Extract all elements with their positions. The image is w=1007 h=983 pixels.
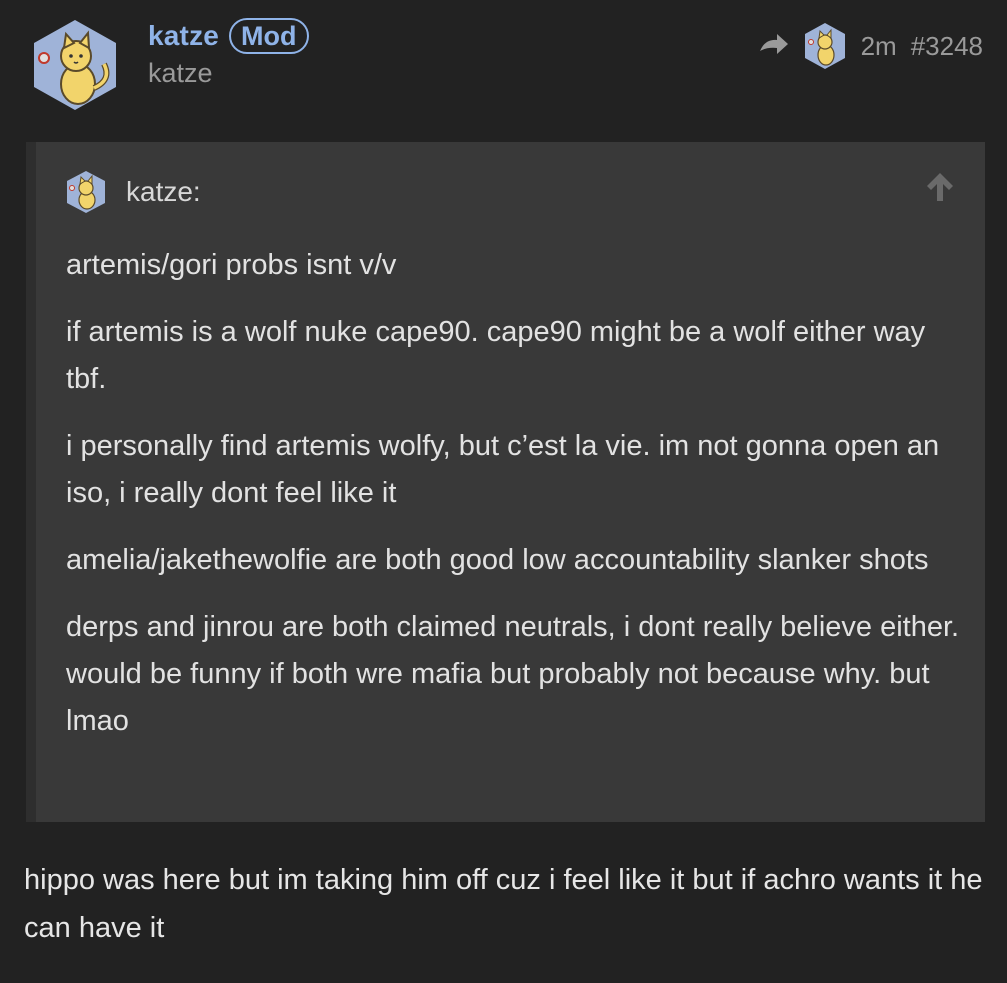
- post-time[interactable]: 2m: [861, 31, 897, 62]
- quote-paragraph: if artemis is a wolf nuke cape90. cape90…: [66, 316, 926, 395]
- reply-arrow-icon[interactable]: [757, 33, 789, 59]
- post-author-row: katze Mod: [148, 18, 309, 54]
- user-display-name: katze: [148, 58, 213, 88]
- post-text: hippo was here but im taking him off cuz…: [24, 864, 983, 944]
- user-avatar[interactable]: [28, 18, 122, 112]
- cat-avatar-icon: [34, 20, 116, 110]
- quote-paragraph: amelia/jakethewolfie are both good low a…: [66, 544, 929, 576]
- reply-to-avatar-icon[interactable]: [803, 22, 847, 70]
- username-link[interactable]: katze: [148, 20, 219, 52]
- quote-block: katze: artemis/gori probs isnt v/v if ar…: [26, 142, 985, 822]
- quote-paragraph: artemis/gori probs isnt v/v: [66, 249, 397, 281]
- arrow-up-icon[interactable]: [923, 170, 957, 204]
- quote-author-avatar-icon[interactable]: [64, 170, 108, 214]
- quote-paragraph: derps and jinrou are both claimed neutra…: [66, 611, 960, 737]
- post-body: hippo was here but im taking him off cuz…: [24, 856, 984, 952]
- quote-paragraph: i personally find artemis wolfy, but c’e…: [66, 430, 940, 509]
- mod-badge: Mod: [229, 18, 309, 54]
- quote-author[interactable]: katze:: [126, 176, 201, 208]
- post-number[interactable]: #3248: [911, 31, 983, 62]
- quote-header: katze:: [64, 170, 201, 214]
- quote-body: artemis/gori probs isnt v/v if artemis i…: [66, 242, 966, 765]
- post-meta: 2m #3248: [757, 22, 983, 70]
- quote-accent-bar: [26, 142, 36, 822]
